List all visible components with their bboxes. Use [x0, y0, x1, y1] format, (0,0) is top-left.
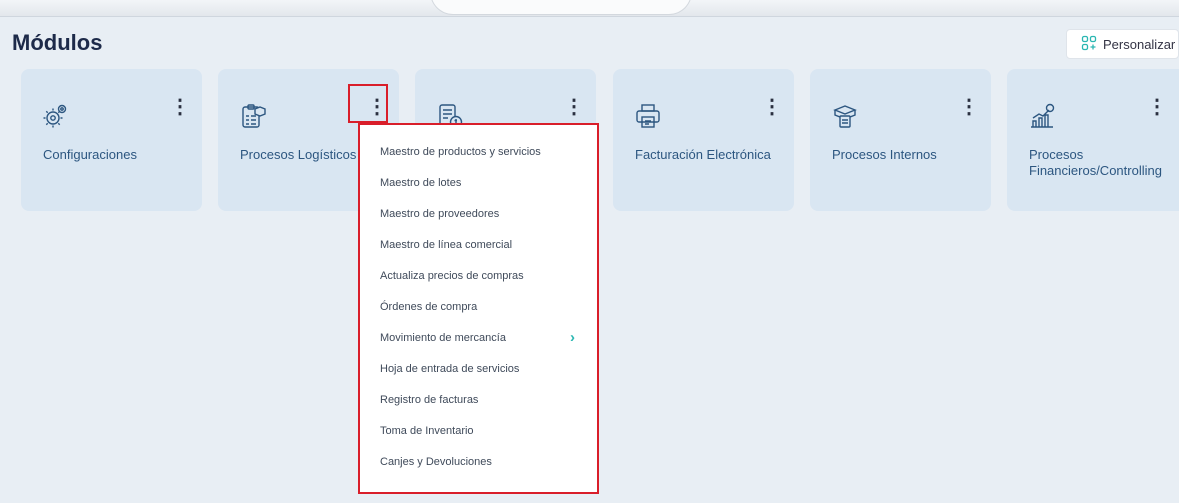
grid-plus-icon	[1081, 35, 1097, 54]
page-title: Módulos	[12, 30, 103, 55]
card-options-button[interactable]: ⋮	[1147, 94, 1167, 118]
box-document-icon	[832, 103, 858, 129]
menu-item[interactable]: Actualiza precios de compras	[360, 263, 597, 294]
chevron-right-icon: ›	[570, 329, 575, 346]
card-label: Procesos Financieros/Controlling	[1029, 147, 1162, 178]
card-options-button[interactable]: ⋮	[170, 94, 190, 118]
menu-item[interactable]: Maestro de lotes	[360, 170, 597, 201]
menu-item[interactable]: Toma de Inventario	[360, 418, 597, 449]
module-card-procesos-financieros[interactable]: Procesos Financieros/Controlling ⋮	[1007, 69, 1179, 211]
card-options-button[interactable]: ⋮	[762, 94, 782, 118]
menu-item[interactable]: Registro de facturas	[360, 387, 597, 418]
module-card-procesos-internos[interactable]: Procesos Internos ⋮	[810, 69, 991, 211]
menu-item-with-submenu[interactable]: Movimiento de mercancía ›	[360, 325, 597, 356]
menu-item[interactable]: Maestro de línea comercial	[360, 232, 597, 263]
browser-top-strip	[0, 0, 1179, 17]
menu-item[interactable]: Hoja de entrada de servicios	[360, 356, 597, 387]
card-label: Procesos Internos	[832, 147, 937, 162]
module-card-configuraciones[interactable]: Configuraciones ⋮	[21, 69, 202, 211]
customize-button[interactable]: Personalizar	[1066, 29, 1179, 59]
menu-item[interactable]: Canjes y Devoluciones	[360, 449, 597, 480]
options-button-highlight	[348, 84, 388, 123]
clipboard-box-icon	[240, 103, 266, 129]
gears-icon	[43, 103, 69, 129]
menu-list: Maestro de productos y servicios Maestro…	[360, 125, 597, 480]
menu-item[interactable]: Órdenes de compra	[360, 294, 597, 325]
card-options-button[interactable]: ⋮	[564, 94, 584, 118]
top-tab-shape	[430, 0, 692, 15]
menu-item[interactable]: Maestro de productos y servicios	[360, 139, 597, 170]
chart-coin-icon	[1029, 103, 1055, 129]
printer-icon	[635, 103, 661, 129]
card-options-menu: Maestro de productos y servicios Maestro…	[358, 123, 599, 494]
module-card-facturacion-electronica[interactable]: Facturación Electrónica ⋮	[613, 69, 794, 211]
card-label: Facturación Electrónica	[635, 147, 771, 162]
menu-item[interactable]: Maestro de proveedores	[360, 201, 597, 232]
card-label: Configuraciones	[43, 147, 137, 162]
card-options-button[interactable]: ⋮	[959, 94, 979, 118]
customize-label: Personalizar	[1103, 36, 1176, 52]
